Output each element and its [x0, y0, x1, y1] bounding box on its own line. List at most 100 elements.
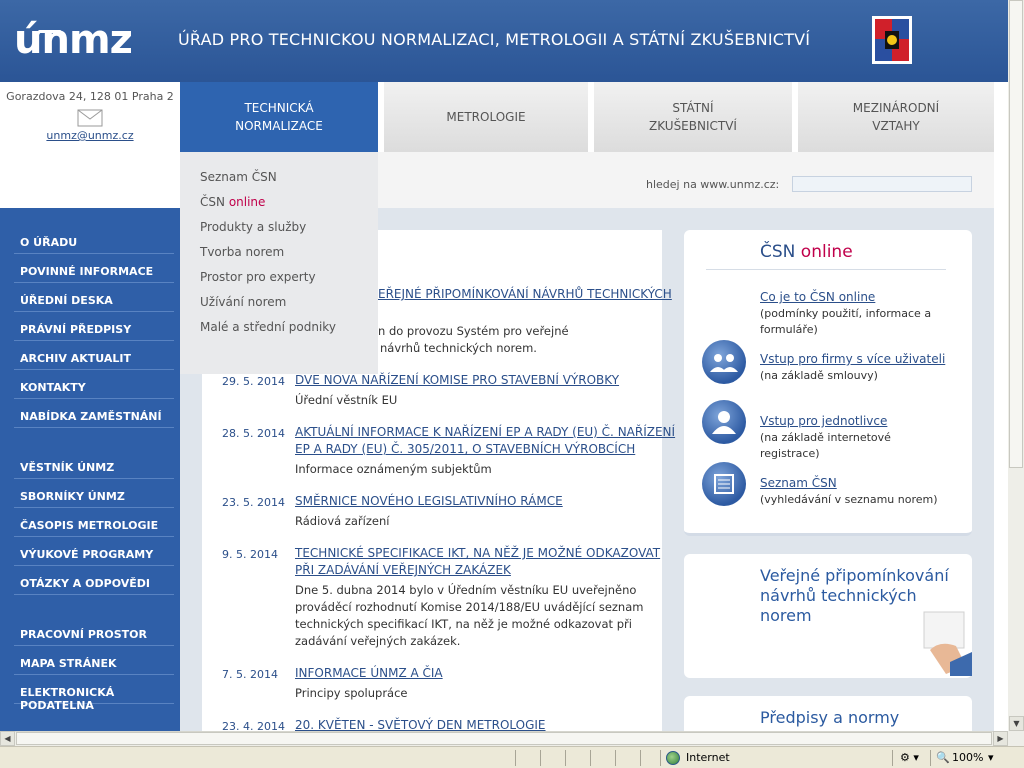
nav-item-archiv-aktualit[interactable]: ARCHIV AKTUALIT	[14, 344, 174, 370]
nav-item-vestnik[interactable]: VĚSTNÍK ÚNMZ	[14, 453, 174, 479]
users-group-icon[interactable]	[702, 340, 746, 384]
news-date: 9. 5. 2014	[222, 548, 278, 561]
news-desc-partial: n do provozu Systém pro veřejné	[378, 324, 569, 338]
dropdown-item-csn-online[interactable]: ČSN online	[200, 195, 265, 209]
scroll-left-icon[interactable]: ◀	[0, 731, 15, 746]
csn-title-b: online	[800, 242, 853, 262]
nav-item-povinne-informace[interactable]: POVINNÉ INFORMACE	[14, 257, 174, 283]
status-separator	[615, 750, 616, 766]
news-title[interactable]: SMĚRNICE NOVÉHO LEGISLATIVNÍHO RÁMCE	[295, 493, 563, 510]
main-tabs: TECHNICKÁ NORMALIZACE METROLOGIE STÁTNÍ ZK…	[180, 82, 994, 160]
news-desc: Rádiová zařízení	[295, 514, 390, 528]
news-desc: Informace oznámeným subjektům	[295, 462, 492, 476]
nav-item-uredni-deska[interactable]: ÚŘEDNÍ DESKA	[14, 286, 174, 312]
tab-label-line2: NORMALIZACE	[235, 119, 323, 133]
nav-item-mapa-stranek[interactable]: MAPA STRÁNEK	[14, 649, 174, 675]
tab-label-line2: ZKUŠEBNICTVÍ	[649, 119, 737, 133]
link-co-je-csn-online[interactable]: Co je to ČSN online	[760, 290, 875, 304]
news-title[interactable]: DVĚ NOVÁ NAŘÍZENÍ KOMISE PRO STAVEBNÍ VÝ…	[295, 372, 619, 389]
zoom-icon[interactable]: 🔍	[936, 751, 950, 764]
dropdown-item-accent: online	[228, 195, 266, 209]
link-vstup-pro-firmy[interactable]: Vstup pro firmy s více uživateli	[760, 352, 945, 366]
link-seznam-csn[interactable]: Seznam ČSN	[760, 476, 837, 490]
nav-item-elektronicka-podatelna[interactable]: ELEKTRONICKÁ PODATELNA	[14, 678, 174, 712]
search-input[interactable]	[792, 176, 972, 192]
tab-technicka-normalizace[interactable]: TECHNICKÁ NORMALIZACE	[180, 82, 378, 160]
news-title[interactable]: EP A RADY (EU) Č. 305/2011, O STAVEBNÍCH…	[295, 441, 635, 458]
news-desc: Dne 5. dubna 2014 bylo v Úředním věstník…	[295, 583, 637, 597]
scroll-down-icon[interactable]: ▼	[1009, 716, 1024, 731]
status-separator	[892, 750, 893, 766]
news-title[interactable]: AKTUÁLNÍ INFORMACE K NAŘÍZENÍ EP A RADY …	[295, 424, 675, 441]
user-icon[interactable]	[702, 400, 746, 444]
dropdown-item-prostor-pro-experty[interactable]: Prostor pro experty	[200, 270, 316, 284]
mail-icon[interactable]	[77, 109, 103, 127]
email-link[interactable]: unmz@unmz.cz	[0, 129, 180, 142]
nav-item-sborniky[interactable]: SBORNÍKY ÚNMZ	[14, 482, 174, 508]
site-header: únmz ÚŘAD PRO TECHNICKOU NORMALIZACI, ME…	[0, 0, 1008, 82]
nav-item-o-uradu[interactable]: O ÚŘADU	[14, 228, 174, 254]
zoom-level[interactable]: 100%	[952, 751, 983, 764]
news-desc: technických specifikací IKT, na něž je m…	[295, 617, 632, 631]
protected-mode-icon[interactable]: ⚙ ▾	[900, 751, 919, 764]
news-date: 23. 5. 2014	[222, 496, 285, 509]
nav-item-kontakty[interactable]: KONTAKTY	[14, 373, 174, 399]
news-desc: prováděcí rozhodnutí Komise 2014/188/EU …	[295, 600, 644, 614]
news-title[interactable]: PŘI ZADÁVÁNÍ VEŘEJNÝCH ZAKÁZEK	[295, 562, 511, 579]
dropdown-item-uzivani-norem[interactable]: Užívání norem	[200, 295, 286, 309]
status-separator	[515, 750, 516, 766]
news-desc-partial: návrhů technických norem.	[380, 341, 537, 355]
news-date: 29. 5. 2014	[222, 375, 285, 388]
divider	[706, 269, 946, 270]
address-text: Gorazdova 24, 128 01 Praha 2	[6, 90, 174, 103]
nav-item-otazky-a-odpovedi[interactable]: OTÁZKY A ODPOVĚDI	[14, 569, 174, 595]
tab-label-line1: TECHNICKÁ	[244, 101, 314, 115]
status-separator	[565, 750, 566, 766]
nav-item-nabidka-zamestnani[interactable]: NABÍDKA ZAMĚSTNÁNÍ	[14, 402, 174, 428]
tab-statni-zkusebnictvi[interactable]: STÁTNÍ ZKUŠEBNICTVÍ	[588, 82, 792, 152]
link-desc: (na základě smlouvy)	[760, 369, 878, 382]
tab-mezinarodni-vztahy[interactable]: MEZINÁRODNÍ VZTAHY	[792, 82, 994, 152]
nav-item-vyukove-programy[interactable]: VÝUKOVÉ PROGRAMY	[14, 540, 174, 566]
tab-label-line1: METROLOGIE	[446, 110, 526, 124]
vertical-scrollbar-thumb[interactable]	[1009, 0, 1023, 468]
link-desc: (podmínky použití, informace a formuláře…	[760, 307, 932, 336]
status-separator	[930, 750, 931, 766]
link-vstup-pro-jednotlivce[interactable]: Vstup pro jednotlivce	[760, 414, 887, 428]
dropdown-item-male-a-stredni-podniky[interactable]: Malé a střední podniky	[200, 320, 336, 334]
status-bar	[0, 746, 1024, 768]
status-separator	[660, 750, 661, 766]
dropdown-item-tvorba-norem[interactable]: Tvorba norem	[200, 245, 284, 259]
nav-item-pravni-predpisy[interactable]: PRÁVNÍ PŘEDPISY	[14, 315, 174, 341]
left-navigation: O ÚŘADU POVINNÉ INFORMACE ÚŘEDNÍ DESKA P…	[0, 208, 180, 746]
coat-of-arms-icon	[872, 16, 912, 64]
scroll-right-icon[interactable]: ▶	[993, 731, 1008, 746]
news-desc: Úřední věstník EU	[295, 393, 398, 407]
news-title[interactable]: TECHNICKÉ SPECIFIKACE IKT, NA NĚŽ JE MOŽ…	[295, 545, 660, 562]
predpisy-title[interactable]: Předpisy a normy	[760, 708, 899, 727]
internet-zone-icon	[666, 751, 680, 765]
link-desc: (vyhledávání v seznamu norem)	[760, 493, 938, 506]
nav-item-casopis-metrologie[interactable]: ČASOPIS METROLOGIE	[14, 511, 174, 537]
status-separator	[540, 750, 541, 766]
list-icon[interactable]	[702, 462, 746, 506]
horizontal-scrollbar-thumb[interactable]	[16, 732, 992, 745]
dropdown-item-seznam-csn[interactable]: Seznam ČSN	[200, 170, 277, 184]
zoom-dropdown-icon[interactable]: ▾	[988, 751, 994, 764]
site-title: ÚŘAD PRO TECHNICKOU NORMALIZACI, METROLO…	[178, 30, 811, 49]
unmz-logo[interactable]: únmz	[14, 18, 140, 62]
nav-item-pracovni-prostor[interactable]: PRACOVNÍ PROSTOR	[14, 620, 174, 646]
search-label: hledej na www.unmz.cz:	[646, 178, 780, 191]
news-date: 28. 5. 2014	[222, 427, 285, 440]
dropdown-item-label: ČSN	[200, 195, 225, 209]
news-desc: zadávání veřejných zakázek.	[295, 634, 461, 648]
zone-label: Internet	[686, 751, 730, 764]
dropdown-item-produkty-a-sluzby[interactable]: Produkty a služby	[200, 220, 306, 234]
tab-metrologie[interactable]: METROLOGIE	[378, 82, 588, 152]
hand-with-paper-icon	[923, 611, 972, 676]
news-title-partial[interactable]: EŘEJNÉ PŘIPOMÍNKOVÁNÍ NÁVRHŮ TECHNICKÝCH	[378, 286, 672, 303]
news-date: 7. 5. 2014	[222, 668, 278, 681]
status-separator	[590, 750, 591, 766]
csn-title-a: ČSN	[760, 242, 796, 262]
news-title[interactable]: INFORMACE ÚNMZ A ČIA	[295, 665, 443, 682]
